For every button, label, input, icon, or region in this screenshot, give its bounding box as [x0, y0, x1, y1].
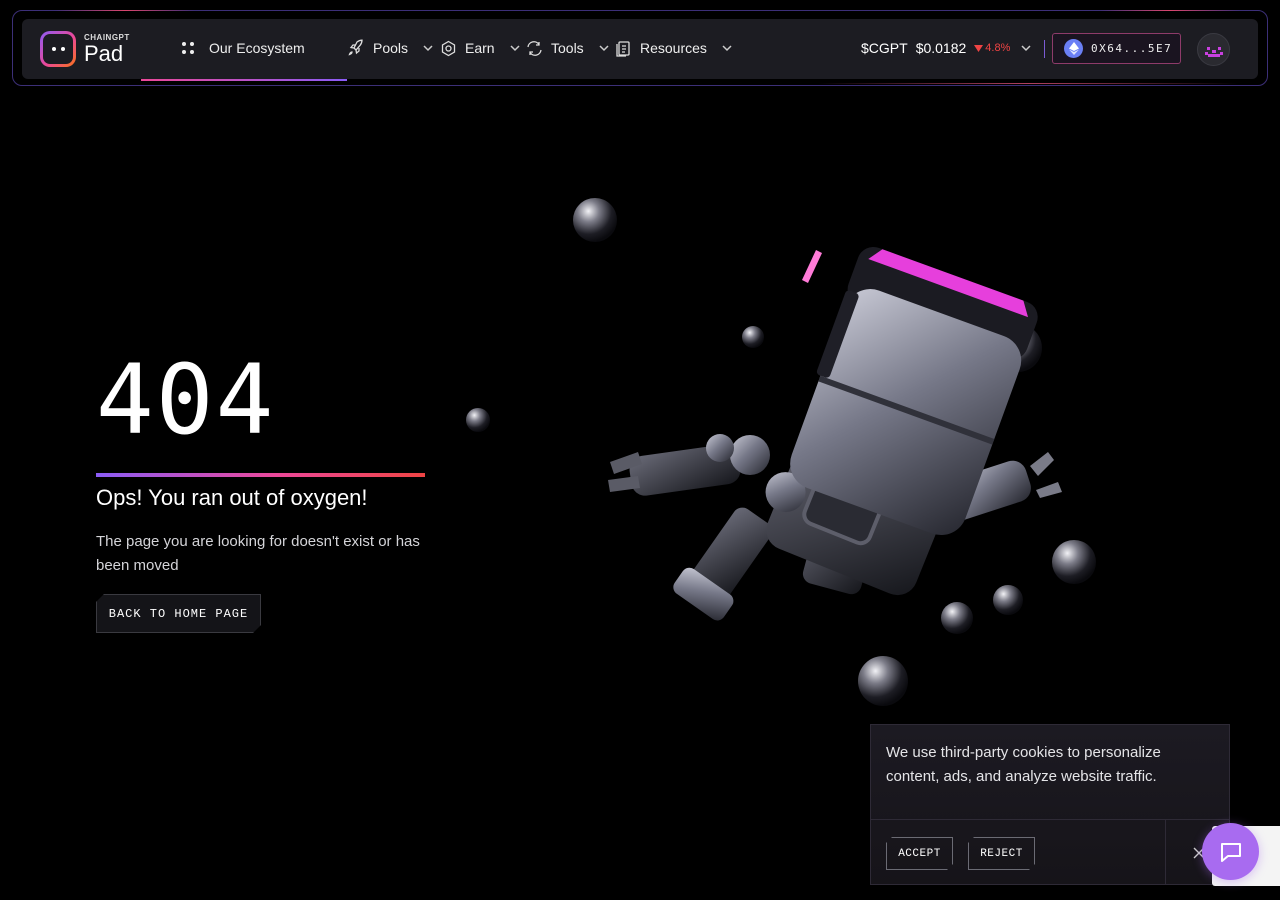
nav-pools-label: Pools	[373, 40, 409, 56]
cookie-accept-button[interactable]: ACCEPT	[886, 837, 953, 870]
nav-our-ecosystem[interactable]: Our Ecosystem	[181, 38, 305, 58]
grid-dots-icon	[182, 42, 194, 54]
exchange-icon	[527, 40, 542, 56]
document-icon	[616, 40, 630, 57]
chevron-down-icon	[599, 45, 609, 52]
wallet-button[interactable]: 0X64...5E7	[1044, 32, 1182, 65]
nav-resources-label: Resources	[640, 40, 707, 56]
rocket-icon	[348, 39, 363, 56]
back-to-home-button[interactable]: BACK TO HOME PAGE	[96, 594, 261, 633]
nav-active-underline	[141, 79, 347, 81]
error-description: The page you are looking for doesn't exi…	[96, 533, 420, 574]
chevron-down-icon	[510, 45, 520, 52]
token-symbol: $CGPT	[861, 40, 908, 56]
error-gradient-bar	[96, 473, 425, 477]
token-price: $0.0182	[915, 40, 967, 56]
nav-earn-label: Earn	[465, 40, 495, 56]
triangle-down-icon	[974, 44, 984, 52]
nav-earn[interactable]: Earn	[440, 38, 521, 58]
nav-tools-label: Tools	[551, 40, 584, 56]
logo[interactable]: CHAINGPT Pad	[40, 31, 130, 67]
token-change-value: 4.8%	[985, 42, 1011, 54]
error-code: 404	[96, 344, 276, 456]
logo-brand-big: Pad	[84, 40, 124, 66]
ethereum-icon	[1064, 39, 1083, 58]
nav-pools[interactable]: Pools	[347, 38, 434, 58]
chat-button[interactable]	[1202, 823, 1259, 880]
token-price-widget[interactable]: $CGPT $0.0182 4.8%	[861, 38, 1032, 58]
navbar-glow-bottom	[818, 83, 1238, 84]
cookie-reject-button[interactable]: REJECT	[968, 837, 1035, 870]
navbar-glow-right	[1100, 10, 1240, 11]
nav-our-ecosystem-label: Our Ecosystem	[209, 40, 305, 56]
token-change: 4.8%	[974, 42, 1010, 54]
error-title: Ops! You ran out of oxygen!	[96, 485, 368, 510]
chat-bubble-icon	[1220, 842, 1241, 862]
astronaut-illustration	[466, 198, 1096, 706]
nav-tools[interactable]: Tools	[526, 38, 610, 58]
wallet-address: 0X64...5E7	[1091, 42, 1173, 55]
nav-resources[interactable]: Resources	[615, 38, 733, 58]
robot-face-icon	[1204, 46, 1223, 57]
user-avatar[interactable]	[1197, 33, 1230, 66]
logo-mark-icon	[40, 31, 76, 67]
hexagon-coin-icon	[441, 40, 456, 56]
cookie-text: We use third-party cookies to personaliz…	[886, 744, 1161, 785]
cookie-banner: We use third-party cookies to personaliz…	[870, 724, 1230, 885]
chevron-down-icon	[423, 45, 433, 52]
navbar-glow-left	[55, 10, 195, 11]
chevron-down-icon	[1021, 45, 1031, 52]
chevron-down-icon	[722, 45, 732, 52]
